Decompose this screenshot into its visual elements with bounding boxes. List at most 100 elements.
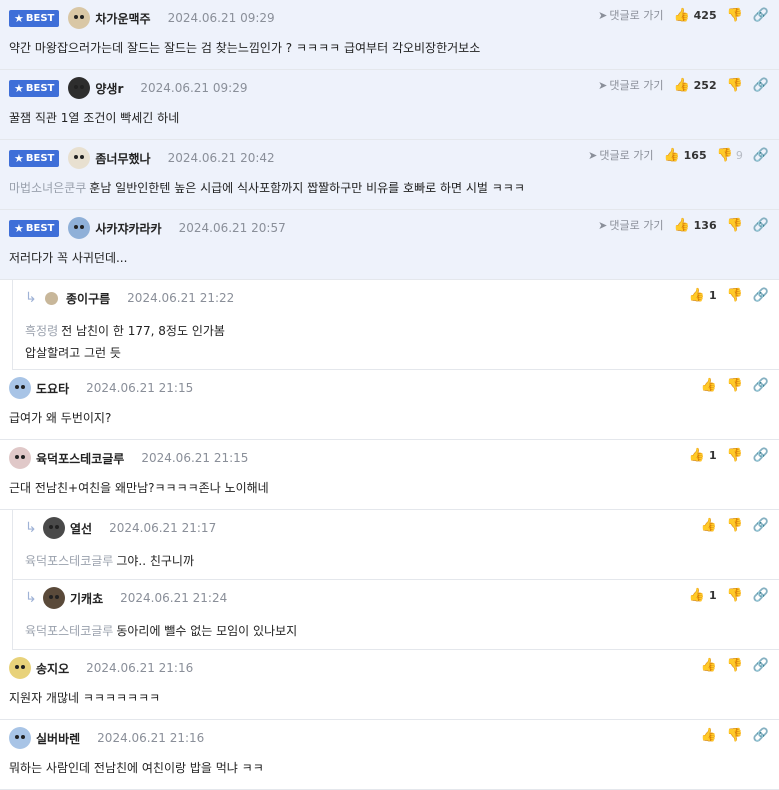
like-button[interactable]: 👍 1 <box>689 448 717 463</box>
comment: 실버바렌 2024.06.21 21:16 👍 👎 🔗 뭐하는 사람인데 전남친에 여친이… <box>0 720 779 790</box>
comment-text: 훈남 일반인한텐 높은 시급에 식사포함까지 짭짤하구만 비유를 호빠로 하면 … <box>89 181 525 195</box>
send-icon: ➤ <box>598 79 608 92</box>
like-button[interactable]: 👍 <box>700 728 716 743</box>
like-button[interactable]: 👍 1 <box>689 288 717 303</box>
link-icon[interactable]: 🔗 <box>753 518 769 533</box>
comment: 육덕포스테코글루 2024.06.21 21:15 👍 1 👎 🔗 근대 전남친+여친을 왜… <box>0 440 779 510</box>
thumbs-down-icon: 👎 <box>726 447 743 463</box>
comment-date: 2024.06.21 09:29 <box>167 11 275 25</box>
reply-to-button[interactable]: ➤ 댓글로 가기 <box>588 147 653 163</box>
reply-to-button[interactable]: ➤ 댓글로 가기 <box>598 77 663 93</box>
nickname[interactable]: 양생r <box>95 80 123 97</box>
best-badge: ★ BEST <box>9 79 60 97</box>
thumbs-down-icon: 👎 <box>726 287 743 303</box>
like-button[interactable]: 👍 425 <box>673 8 716 23</box>
mention-nickname[interactable]: 흑정령 <box>25 324 58 338</box>
link-icon[interactable]: 🔗 <box>753 588 769 603</box>
dislike-button[interactable]: 👎 <box>727 218 743 233</box>
dislike-button[interactable]: 👎 <box>727 728 743 743</box>
like-button[interactable]: 👍 165 <box>663 148 706 163</box>
nickname[interactable]: 차가운맥주 <box>95 10 150 27</box>
dislike-button[interactable]: 👎 <box>727 78 743 93</box>
like-button[interactable]: 👍 1 <box>689 588 717 603</box>
best-comment: ★ BEST 좀너무했나 2024.06.21 20:42 ➤ 댓글로 가기 👍 165 👎 9 🔗… <box>0 140 779 210</box>
dislike-button[interactable]: 👎 <box>727 378 743 393</box>
thumbs-down-icon: 👎 <box>726 217 743 233</box>
star-icon: ★ <box>14 81 24 95</box>
avatar[interactable] <box>45 291 58 305</box>
avatar-eye <box>49 525 53 529</box>
nickname[interactable]: 사카쟈카라카 <box>95 220 161 237</box>
avatar[interactable] <box>43 587 65 609</box>
thumbs-down-icon: 👎 <box>726 727 743 743</box>
avatar[interactable] <box>9 377 31 399</box>
dislike-button[interactable]: 👎 <box>727 658 743 673</box>
avatar[interactable] <box>68 77 91 99</box>
link-icon[interactable]: 🔗 <box>753 288 769 303</box>
dislike-button[interactable]: 👎 <box>727 288 743 303</box>
nickname[interactable]: 육덕포스테코글루 <box>36 450 124 467</box>
comment-date: 2024.06.21 09:29 <box>140 81 248 95</box>
nickname[interactable]: 종이구름 <box>66 290 110 307</box>
best-comment: ★ BEST 양생r 2024.06.21 09:29 ➤ 댓글로 가기 👍 252 👎 🔗 꿀잼 … <box>0 70 779 140</box>
nickname[interactable]: 열선 <box>70 520 92 537</box>
link-icon[interactable]: 🔗 <box>753 8 769 23</box>
link-icon[interactable]: 🔗 <box>753 148 769 163</box>
dislike-button[interactable]: 👎 9 <box>717 148 743 163</box>
dislike-button[interactable]: 👎 <box>727 448 743 463</box>
mention-nickname[interactable]: 마법소녀은쿤쿠 <box>9 181 86 195</box>
nickname[interactable]: 기캐쵸 <box>70 590 103 607</box>
reply-to-button[interactable]: ➤ 댓글로 가기 <box>598 7 663 23</box>
avatar[interactable] <box>9 447 31 469</box>
dislike-button[interactable]: 👎 <box>727 518 743 533</box>
like-button[interactable]: 👍 <box>700 378 716 393</box>
comment-date: 2024.06.21 21:22 <box>127 291 235 305</box>
nickname[interactable]: 실버바렌 <box>36 730 80 747</box>
avatar-eye <box>15 385 19 389</box>
comment-text: 약간 마왕잡으러가는데 잘드는 잘드는 검 찾는느낌인가 ? ㅋㅋㅋㅋ 급여부터… <box>9 41 481 55</box>
comment-actions: 👍 👎 🔗 <box>700 726 769 744</box>
best-badge-label: BEST <box>25 12 55 24</box>
avatar[interactable] <box>68 217 91 239</box>
comment-actions: 👍 1 👎 🔗 <box>689 586 769 604</box>
best-badge: ★ BEST <box>9 9 60 27</box>
nickname[interactable]: 송지오 <box>36 660 69 677</box>
reply-to-label: 댓글로 가기 <box>609 219 664 232</box>
avatar-eye <box>55 595 59 599</box>
nickname[interactable]: 좀너무했나 <box>95 150 150 167</box>
avatar-eye <box>74 15 79 19</box>
nickname[interactable]: 도요타 <box>36 380 69 397</box>
reply-arrow-icon: ↳ <box>25 590 37 606</box>
comment: 송지오 2024.06.21 21:16 👍 👎 🔗 지원자 개많네 ㅋㅋㅋㅋㅋㅋㅋ <box>0 650 779 720</box>
reply-to-label: 댓글로 가기 <box>599 149 654 162</box>
avatar[interactable] <box>9 727 31 749</box>
link-icon[interactable]: 🔗 <box>753 218 769 233</box>
avatar[interactable] <box>68 147 91 169</box>
like-button[interactable]: 👍 <box>700 658 716 673</box>
comment-body: 흑정령 전 남친이 한 177, 8정도 인가봄 압살할려고 그런 듯 <box>25 320 759 364</box>
mention-nickname[interactable]: 육덕포스테코글루 <box>25 624 113 638</box>
link-icon[interactable]: 🔗 <box>753 658 769 673</box>
avatar[interactable] <box>9 657 31 679</box>
thumbs-up-icon: 👍 <box>688 447 705 463</box>
link-icon[interactable]: 🔗 <box>753 378 769 393</box>
like-count: 165 <box>683 148 707 162</box>
avatar[interactable] <box>43 517 65 539</box>
like-button[interactable]: 👍 252 <box>673 78 716 93</box>
reply-comment: ↳ 종이구름 2024.06.21 21:22 👍 1 👎 🔗 흑정령 전 남친이 한 177,… <box>12 280 779 370</box>
thumbs-up-icon: 👍 <box>700 657 717 673</box>
comment-date: 2024.06.21 21:15 <box>141 451 249 465</box>
dislike-button[interactable]: 👎 <box>727 588 743 603</box>
dislike-button[interactable]: 👎 <box>727 8 743 23</box>
link-icon[interactable]: 🔗 <box>753 448 769 463</box>
link-icon[interactable]: 🔗 <box>753 78 769 93</box>
comment-date: 2024.06.21 21:16 <box>97 731 205 745</box>
link-icon[interactable]: 🔗 <box>753 728 769 743</box>
reply-to-button[interactable]: ➤ 댓글로 가기 <box>598 217 663 233</box>
like-button[interactable]: 👍 136 <box>673 218 716 233</box>
mention-nickname[interactable]: 육덕포스테코글루 <box>25 554 113 568</box>
avatar[interactable] <box>68 7 91 29</box>
like-button[interactable]: 👍 <box>700 518 716 533</box>
comment-text: 동아리에 뺄수 없는 모임이 있나보지 <box>116 624 298 638</box>
best-badge-label: BEST <box>25 82 55 94</box>
